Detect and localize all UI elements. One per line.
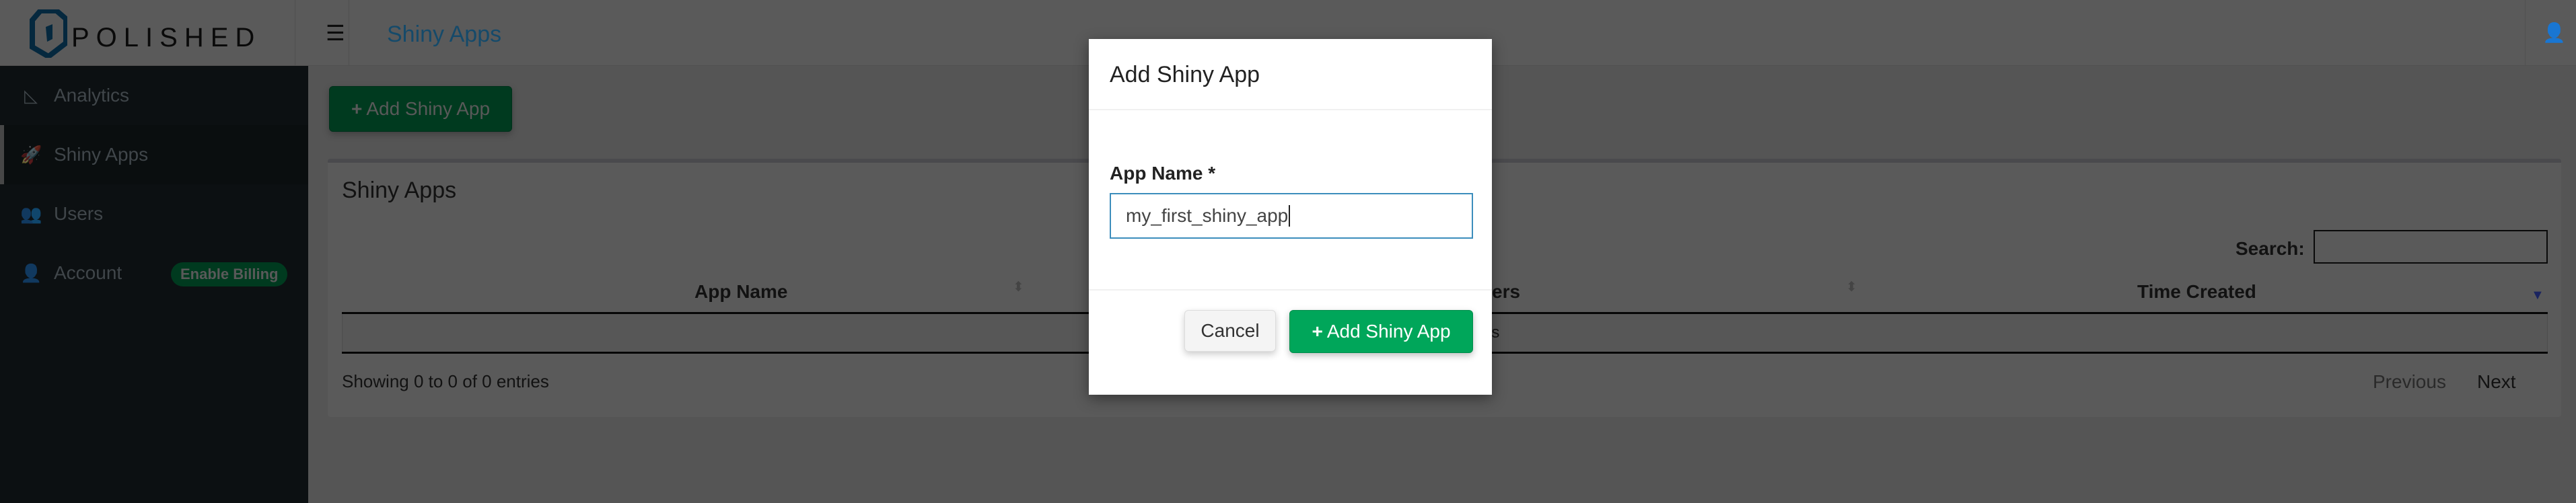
search-label: Search: (2235, 238, 2305, 259)
sidebar: ◺ Analytics 🚀 Shiny Apps 👥 Users 👤 Accou… (0, 66, 308, 503)
logo-text: POLISHED (71, 23, 262, 52)
add-shiny-app-modal: Add Shiny App App Name * my_first_shiny_… (1089, 39, 1492, 395)
users-icon: 👥 (20, 203, 42, 224)
app-name-label: App Name * (1110, 163, 1216, 184)
logo[interactable]: POLISHED (20, 9, 254, 61)
app-name-input[interactable]: my_first_shiny_app (1110, 193, 1473, 239)
hamburger-icon[interactable]: ☰ (326, 20, 345, 46)
enable-billing-badge[interactable]: Enable Billing (171, 262, 288, 286)
polished-logo-icon (30, 9, 67, 58)
sidebar-item-account[interactable]: 👤 Account Enable Billing (0, 243, 308, 303)
rocket-icon: 🚀 (20, 144, 42, 165)
sidebar-item-shiny-apps[interactable]: 🚀 Shiny Apps (0, 125, 308, 184)
add-shiny-app-button[interactable]: + Add Shiny App (329, 86, 512, 132)
box-title: Shiny Apps (342, 178, 457, 203)
sort-desc-icon[interactable]: ▼ (2531, 288, 2544, 303)
chart-area-icon: ◺ (24, 85, 38, 106)
user-menu-icon[interactable]: 👤 (2542, 22, 2566, 44)
sort-icon[interactable]: ⬍ (1013, 278, 1024, 295)
next-button[interactable]: Next (2477, 371, 2516, 393)
search-input[interactable] (2314, 230, 2548, 264)
sort-icon[interactable]: ⬍ (1846, 278, 1857, 295)
plus-icon: + (1312, 321, 1323, 342)
plus-icon: + (351, 98, 363, 119)
column-header-users[interactable]: ers (1492, 281, 1520, 303)
column-header-app-name[interactable]: App Name (694, 281, 787, 303)
cancel-button[interactable]: Cancel (1184, 310, 1276, 352)
submit-add-shiny-app-button[interactable]: + Add Shiny App (1289, 310, 1473, 353)
sidebar-item-users[interactable]: 👥 Users (0, 184, 308, 243)
column-header-time-created[interactable]: Time Created (2137, 281, 2256, 303)
modal-title: Add Shiny App (1110, 62, 1260, 87)
user-icon: 👤 (20, 262, 42, 283)
previous-button[interactable]: Previous (2373, 371, 2446, 393)
page-title: Shiny Apps (387, 22, 502, 47)
sidebar-item-analytics[interactable]: ◺ Analytics (0, 66, 308, 125)
table-info: Showing 0 to 0 of 0 entries (342, 371, 549, 391)
